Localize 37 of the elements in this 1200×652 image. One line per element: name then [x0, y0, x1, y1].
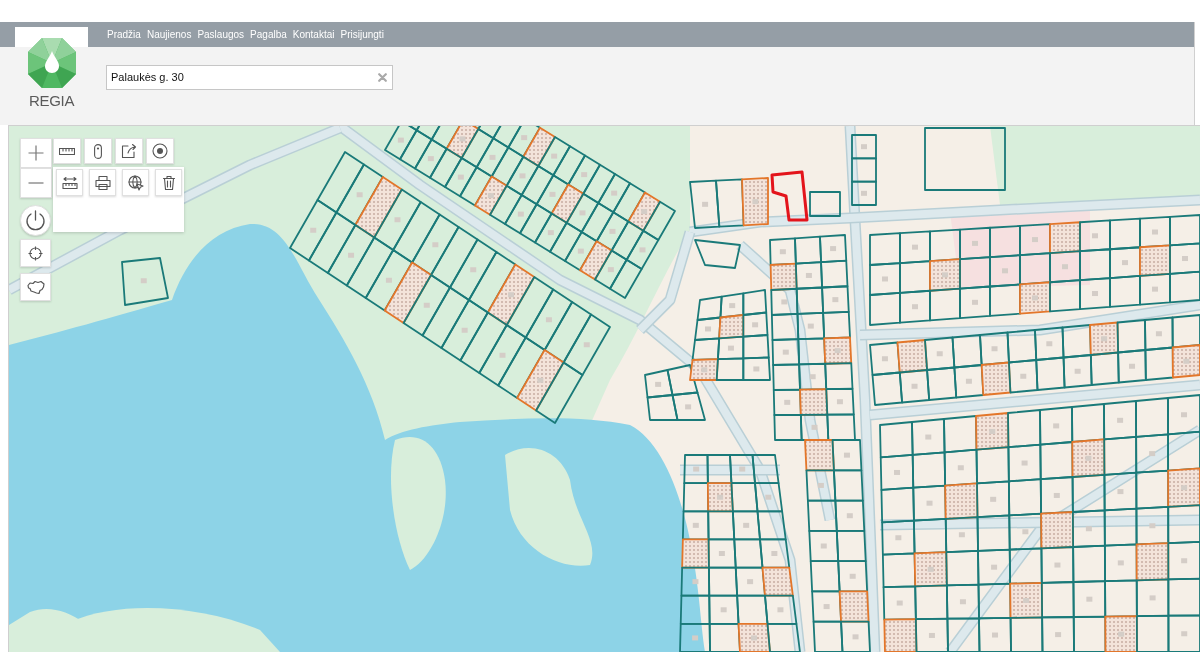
globe-select-button[interactable]	[122, 169, 149, 196]
target-icon	[152, 143, 168, 159]
distance-ruler-icon	[61, 174, 78, 191]
nav-link[interactable]: Kontaktai	[292, 29, 335, 40]
nav-link[interactable]: Paslaugos	[197, 29, 245, 40]
export-icon	[121, 143, 137, 159]
delete-button[interactable]	[155, 169, 182, 196]
land-parcel	[121, 257, 169, 306]
measure-distance-button[interactable]	[56, 169, 83, 196]
nav-link[interactable]: Pradžia	[107, 29, 141, 40]
plus-icon	[28, 145, 44, 161]
minus-icon	[28, 182, 44, 184]
country-extent-button[interactable]	[20, 273, 51, 301]
land-parcel	[694, 239, 741, 269]
logo-text: REGIA	[28, 93, 75, 108]
select-button[interactable]	[84, 138, 112, 164]
nav-link[interactable]: Prisijungti	[340, 29, 384, 40]
parcel-block	[851, 134, 877, 206]
print-button[interactable]	[89, 169, 116, 196]
power-icon	[25, 210, 46, 231]
crosshair-icon	[28, 245, 43, 261]
nav-link[interactable]: Pagalba	[250, 29, 287, 40]
target-button[interactable]	[146, 138, 174, 164]
search-field[interactable]: Palaukės g. 30	[106, 65, 393, 90]
mouse-icon	[94, 143, 102, 159]
nav-link[interactable]: Naujienos	[146, 29, 192, 40]
trash-icon	[160, 174, 177, 191]
printer-icon	[94, 174, 111, 191]
measure-button[interactable]	[53, 138, 81, 164]
land-parcel	[809, 191, 841, 217]
export-button[interactable]	[115, 138, 143, 164]
country-outline-icon	[26, 279, 45, 295]
highlighted-parcel[interactable]	[770, 170, 809, 222]
globe-cursor-icon	[127, 174, 144, 191]
logo-icon[interactable]	[26, 37, 77, 89]
locate-button[interactable]	[20, 239, 51, 267]
ruler-icon	[59, 147, 75, 155]
